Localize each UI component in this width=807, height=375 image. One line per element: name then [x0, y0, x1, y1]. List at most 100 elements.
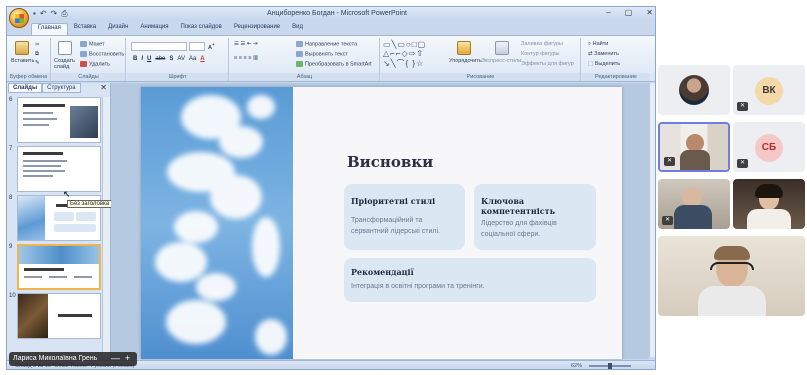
smartart-button[interactable]: Преобразовать в SmartArt: [296, 61, 372, 67]
format-painter-icon[interactable]: ✎: [35, 60, 40, 66]
slide-number: 9: [9, 244, 13, 250]
tab-outline[interactable]: Структура: [42, 83, 81, 93]
slide-canvas[interactable]: Висновки Пріоритетні стилі Трансформацій…: [141, 87, 622, 359]
mic-muted-icon: ✕: [737, 102, 748, 111]
slide-thumbnail[interactable]: [17, 146, 101, 192]
thumb-title-line: [23, 152, 63, 155]
slide-thumbnail[interactable]: [17, 97, 101, 143]
text-direction-button[interactable]: Направление текста: [296, 41, 357, 47]
shape-effects-button[interactable]: Эффекты для фигур: [521, 61, 574, 67]
delete-button[interactable]: Удалить: [80, 61, 110, 67]
redo-icon[interactable]: ↷: [51, 9, 58, 19]
tab-animation[interactable]: Анимация: [134, 23, 174, 35]
shadow-button[interactable]: S: [169, 56, 173, 62]
card-recommendations[interactable]: Рекомендації Інтеграція в освітні програ…: [344, 258, 596, 302]
font-color-button[interactable]: A: [200, 56, 204, 62]
add-button[interactable]: +: [125, 353, 130, 363]
thumb-text-line: [23, 175, 53, 177]
strikethrough-button[interactable]: abe: [155, 56, 165, 62]
save-icon[interactable]: ▪: [33, 9, 36, 19]
thumb-title-line: [58, 314, 92, 317]
tab-view[interactable]: Вид: [286, 23, 309, 35]
align-text-button[interactable]: Выровнять текст: [296, 51, 348, 57]
participant-tile-large[interactable]: [658, 236, 805, 316]
participant-tile[interactable]: [658, 65, 730, 115]
maximize-button[interactable]: ▢: [625, 8, 633, 17]
shapes-gallery[interactable]: ▭╲▭○□▢ △⌐⌐◇⇨⇧ ↘╲⌒{ }☆: [383, 40, 426, 69]
replace-button[interactable]: ⇄ Заменить: [588, 51, 619, 57]
find-label: Найти: [592, 41, 609, 47]
slide-thumbnail[interactable]: [17, 293, 101, 339]
participant-photo: [679, 75, 709, 105]
card-key-competence[interactable]: Ключова компетентність Лідерство для фах…: [474, 184, 596, 250]
card-priority-styles[interactable]: Пріоритетні стилі Трансформаційний та се…: [344, 184, 465, 250]
minimize-button[interactable]: –: [606, 8, 610, 17]
print-icon[interactable]: ⎙: [61, 9, 67, 19]
slide-title[interactable]: Висновки: [347, 153, 433, 171]
slide-editor: Висновки Пріоритетні стилі Трансформацій…: [111, 83, 649, 359]
participant-face: [682, 187, 702, 207]
tab-design[interactable]: Дизайн: [102, 23, 134, 35]
arrange-button[interactable]: Упорядочить: [449, 58, 482, 64]
copy-icon[interactable]: ⧉: [35, 51, 39, 58]
paragraph-group: ☰ ☰ ⇤ ⇥ ≡ ≡ ≡ ≡ ▥ Направление текста Выр…: [230, 38, 380, 81]
bold-button[interactable]: B: [133, 56, 137, 62]
smartart-icon: [296, 61, 303, 67]
zoom-slider-handle[interactable]: [608, 363, 612, 369]
new-slide-icon[interactable]: [58, 41, 72, 55]
new-slide-button[interactable]: Создать слайд: [54, 58, 78, 70]
tab-slides[interactable]: Слайды: [8, 83, 43, 93]
tab-slideshow[interactable]: Показ слайдов: [175, 23, 228, 35]
participant-tile[interactable]: ✕: [658, 179, 730, 229]
font-family-combo[interactable]: [131, 42, 187, 51]
panel-scrollbar[interactable]: [102, 97, 110, 355]
underline-button[interactable]: U: [147, 56, 151, 62]
font-size-combo[interactable]: [189, 42, 205, 51]
participant-tile[interactable]: СБ ✕: [733, 122, 805, 172]
ribbon-tabs: Главная Вставка Дизайн Анимация Показ сл…: [31, 23, 309, 35]
bullets-icon[interactable]: ☰ ☰ ⇤ ⇥: [234, 41, 258, 47]
quick-styles-button[interactable]: Экспресс-стили: [481, 58, 521, 64]
close-icon[interactable]: ✕: [100, 83, 107, 92]
shape-fill-button[interactable]: Заливка фигуры: [521, 41, 563, 47]
mic-muted-icon: ✕: [737, 159, 748, 168]
zoom-level[interactable]: 62%: [571, 363, 582, 369]
quick-styles-icon[interactable]: [495, 41, 509, 55]
paste-icon[interactable]: [15, 41, 29, 55]
office-button[interactable]: [9, 8, 29, 28]
participant-tile-active[interactable]: ✕: [658, 122, 730, 172]
arrange-icon[interactable]: [457, 41, 471, 55]
replace-label: Заменить: [594, 51, 619, 57]
close-button[interactable]: ✕: [646, 8, 653, 17]
slide-scrollbar[interactable]: [649, 83, 655, 357]
tab-home[interactable]: Главная: [31, 23, 68, 35]
slides-group: Создать слайд Макет Восстановить Удалить…: [52, 38, 126, 81]
grow-font-icon[interactable]: A+: [208, 42, 215, 51]
shape-outline-button[interactable]: Контур фигуры: [521, 51, 559, 57]
card-text-line: соціальної сфери.: [481, 231, 541, 238]
spacing-button[interactable]: AV: [177, 56, 185, 62]
thumb-photo: [70, 106, 98, 138]
drawing-group: ▭╲▭○□▢ △⌐⌐◇⇨⇧ ↘╲⌒{ }☆ Упорядочить Экспресс…: [381, 38, 581, 81]
participant-hair: [714, 246, 750, 260]
minimize-button[interactable]: —: [111, 353, 120, 363]
reset-button[interactable]: Восстановить: [80, 51, 124, 57]
text-direction-icon: [296, 41, 303, 47]
tab-insert[interactable]: Вставка: [68, 23, 102, 35]
undo-icon[interactable]: ↶: [40, 9, 47, 19]
italic-button[interactable]: I: [141, 56, 143, 62]
align-icon[interactable]: ≡ ≡ ≡ ≡ ▥: [234, 55, 258, 61]
thumb-title-line: [24, 268, 64, 271]
select-button[interactable]: ⬚ Выделить: [588, 61, 620, 67]
title-bar: ▪ ↶ ↷ ⎙ Анциборенко Богдан - Microsoft P…: [7, 7, 655, 21]
find-button[interactable]: ⌕ Найти: [588, 41, 608, 48]
layout-icon: [80, 41, 87, 47]
cut-icon[interactable]: ✂: [35, 42, 40, 48]
paste-button[interactable]: Вставить: [11, 58, 34, 64]
change-case-button[interactable]: Aa: [189, 56, 196, 62]
participant-tile[interactable]: ВК ✕: [733, 65, 805, 115]
tab-review[interactable]: Рецензирование: [228, 23, 286, 35]
layout-button[interactable]: Макет: [80, 41, 105, 47]
participant-tile[interactable]: [733, 179, 805, 229]
slide-thumbnail-selected[interactable]: [17, 244, 101, 290]
